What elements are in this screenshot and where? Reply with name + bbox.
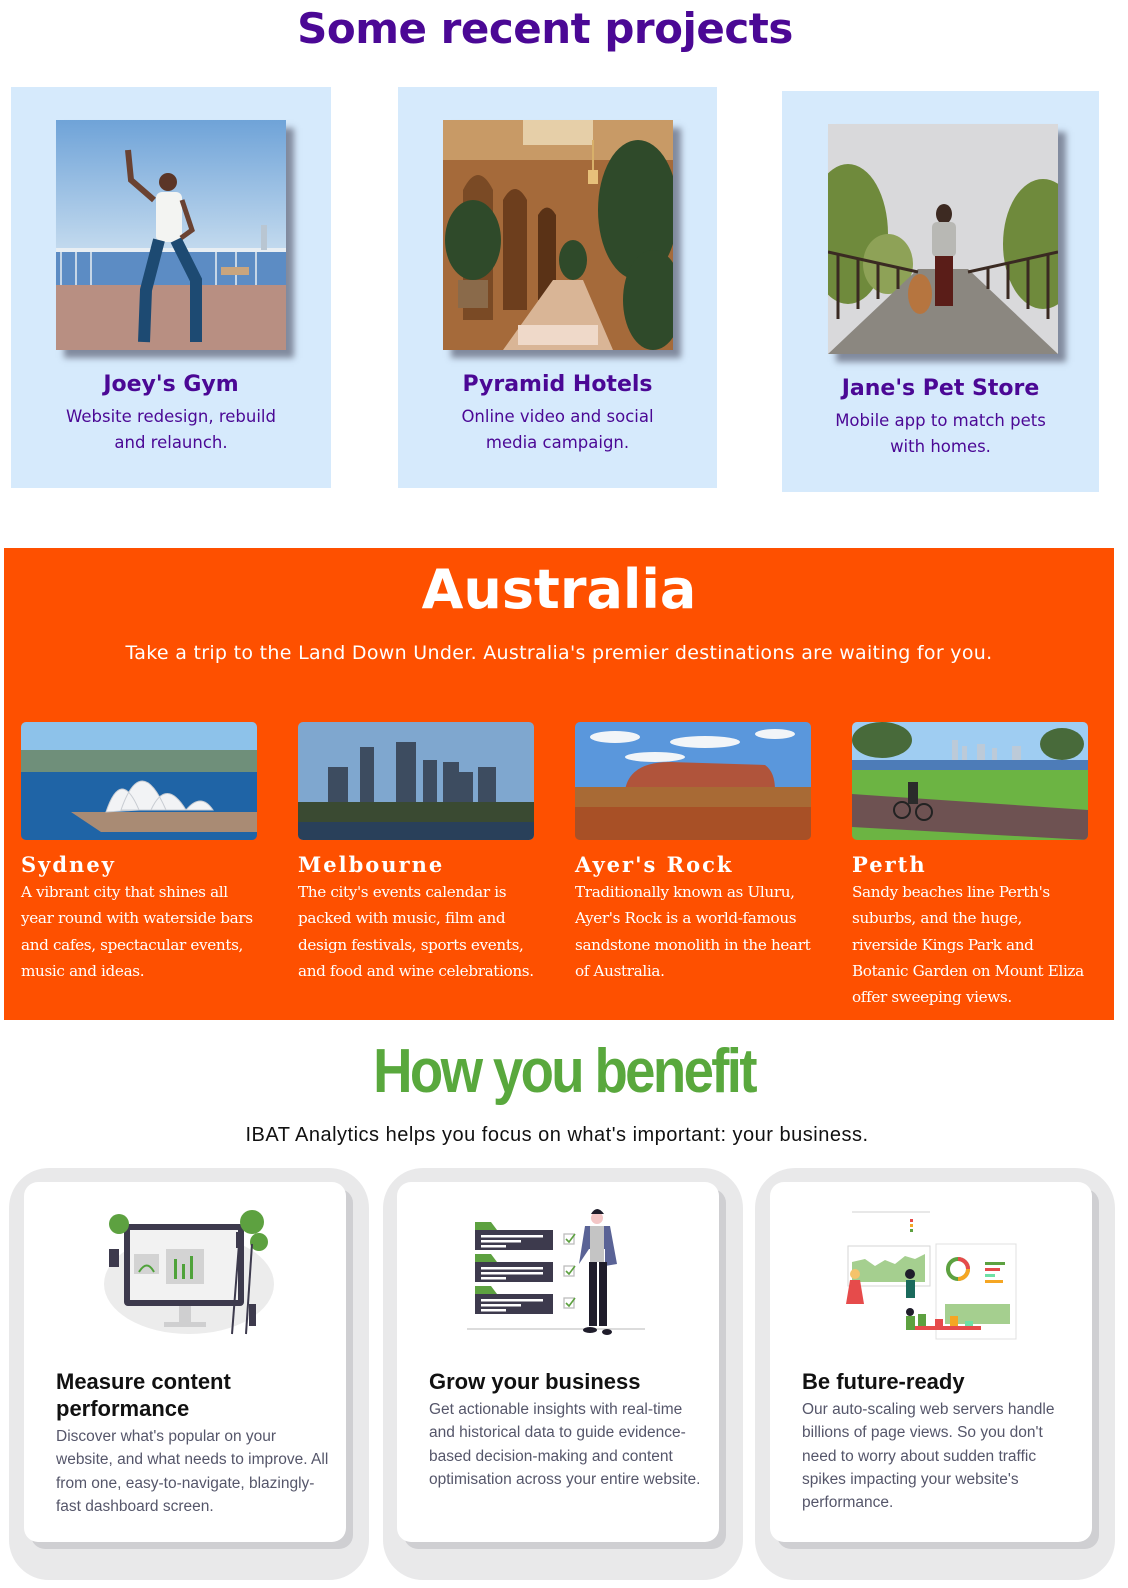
destination-image (575, 722, 811, 840)
project-image (56, 120, 286, 350)
benefit-title: Measure content performance (56, 1369, 231, 1421)
benefit-card: Grow your business Get actionable insigh… (397, 1182, 719, 1542)
benefit-text: Get actionable insights with real-time a… (429, 1401, 701, 1488)
project-card[interactable]: Jane's Pet Store Mobile app to match pet… (782, 91, 1099, 492)
benefit-card: Be future-ready Our auto-scaling web ser… (770, 1182, 1092, 1542)
project-card[interactable]: Joey's Gym Website redesign, rebuild and… (11, 87, 331, 488)
destination-description: Sandy beaches line Perth's suburbs, and … (852, 883, 1084, 1007)
project-description: Mobile app to match pets with homes. (835, 411, 1046, 456)
destination-name: Perth (852, 852, 927, 877)
destination-name: Ayer's Rock (575, 852, 734, 877)
analytics-team-illustration (840, 1204, 1025, 1344)
destination-name: Melbourne (298, 852, 445, 877)
destination-image (21, 722, 257, 840)
destination-description: The city's events calendar is packed wit… (298, 883, 534, 980)
benefit-card: Measure content performance Discover wha… (24, 1182, 346, 1542)
destination-image (852, 722, 1088, 840)
destination-image (298, 722, 534, 840)
project-name: Joey's Gym (103, 372, 239, 397)
benefit-title: Be future-ready (802, 1369, 965, 1394)
project-name: Jane's Pet Store (841, 376, 1040, 401)
destination-card[interactable]: Ayer's Rock Traditionally known as Uluru… (575, 722, 811, 984)
project-description: Website redesign, rebuild and relaunch. (66, 407, 276, 452)
benefits-subtitle: IBAT Analytics helps you focus on what's… (245, 1124, 869, 1146)
benefit-text: Discover what's popular on your website,… (56, 1428, 329, 1515)
destination-card[interactable]: Perth Sandy beaches line Perth's suburbs… (852, 722, 1088, 1010)
destination-description: A vibrant city that shines all year roun… (21, 883, 253, 980)
project-description: Online video and social media campaign. (461, 407, 654, 452)
australia-subtitle: Take a trip to the Land Down Under. Aust… (125, 642, 993, 664)
projects-title: Some recent projects (297, 4, 793, 53)
project-card[interactable]: Pyramid Hotels Online video and social m… (398, 87, 717, 488)
australia-title: Australia (421, 558, 697, 621)
project-image (443, 120, 673, 350)
destination-card[interactable]: Sydney A vibrant city that shines all ye… (21, 722, 257, 984)
dashboard-monitor-illustration (94, 1204, 279, 1344)
destination-name: Sydney (21, 852, 116, 877)
destination-description: Traditionally known as Uluru, Ayer's Roc… (575, 883, 811, 980)
checklist-person-illustration (467, 1204, 652, 1344)
destination-card[interactable]: Melbourne The city's events calendar is … (298, 722, 534, 984)
benefit-text: Our auto-scaling web servers handle bill… (802, 1401, 1055, 1512)
benefits-title: How you benefit (373, 1037, 757, 1106)
benefit-title: Grow your business (429, 1369, 641, 1394)
project-image (828, 124, 1058, 354)
project-name: Pyramid Hotels (462, 372, 653, 397)
australia-section: Australia Take a trip to the Land Down U… (4, 548, 1114, 1020)
